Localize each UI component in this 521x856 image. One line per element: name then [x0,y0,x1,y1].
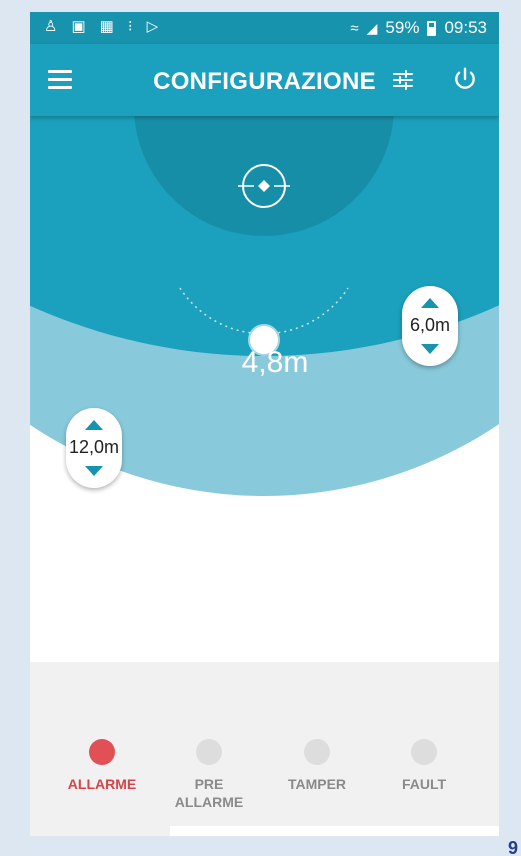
power-icon[interactable] [452,66,478,92]
pre-alarm-status-dot [196,739,222,765]
status-bar-right: ≈ ◢ 59% 09:53 [350,18,487,38]
alarm-status-dot [89,739,115,765]
gallery-icon: ▦ [99,18,114,35]
wifi-icon: ≈ [350,19,359,37]
decrease-arrow-icon[interactable] [85,466,103,476]
indicator-label: PRE ALLARME [174,776,244,810]
outer-zone-value: 12,0m [68,437,120,457]
current-distance-label: 4,8m [241,346,309,379]
indicator-label: TAMPER [287,776,347,792]
indicator-label: ALLARME [67,776,137,792]
status-indicators-panel: ALLARME PRE ALLARME TAMPER FAULT [30,662,499,836]
tamper-status-dot [304,739,330,765]
signal-icon: ◢ [366,19,378,36]
indicator-label: FAULT [401,776,447,792]
detection-radar [30,116,499,496]
phone-screen: ♙ ▣ ▦ ⁝ ▷ ≈ ◢ 59% 09:53 CONFIGURAZIONE 4… [30,12,499,836]
page-title: CONFIGURAZIONE [153,68,376,95]
app-bar: CONFIGURAZIONE [30,44,499,116]
corner-logo-fragment: 9 [508,838,519,856]
increase-arrow-icon[interactable] [85,420,103,430]
decrease-arrow-icon[interactable] [421,344,439,354]
increase-arrow-icon[interactable] [421,298,439,308]
indicator-allarme: ALLARME [52,739,152,793]
inner-zone-value: 6,0m [409,315,451,335]
notification-icon: ♙ [44,18,58,35]
tune-icon[interactable] [390,68,416,92]
bottom-strip [170,826,499,836]
sync-icon: ⁝ [127,18,133,35]
indicator-tamper: TAMPER [267,739,367,793]
outer-zone-stepper[interactable]: 12,0m [66,408,122,488]
fault-status-dot [411,739,437,765]
inner-zone-stepper[interactable]: 6,0m [402,286,458,366]
indicator-fault: FAULT [374,739,474,793]
indicator-pre-allarme: PRE ALLARME [159,739,259,811]
play-store-icon: ▷ [146,18,159,35]
status-bar: ♙ ▣ ▦ ⁝ ▷ ≈ ◢ 59% 09:53 [30,12,499,44]
image-icon: ▣ [71,18,86,35]
battery-percent: 59% [385,18,420,37]
status-bar-left-icons: ♙ ▣ ▦ ⁝ ▷ [44,18,158,36]
battery-icon [427,20,437,36]
clock: 09:53 [444,18,487,37]
